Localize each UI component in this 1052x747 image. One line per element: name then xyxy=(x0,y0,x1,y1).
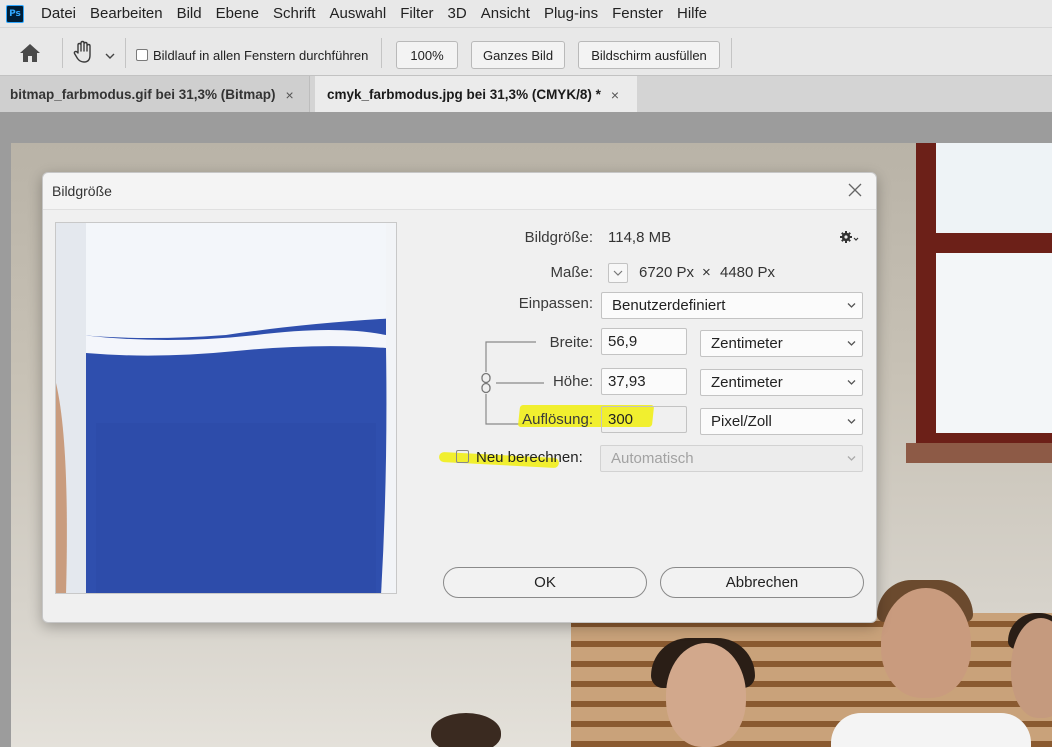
person-shirt xyxy=(831,713,1031,747)
dimensions-height: 4480 Px xyxy=(720,264,776,281)
image-size-label: Bildgröße: xyxy=(524,229,593,246)
resolution-label: Auflösung: xyxy=(522,411,593,428)
resolution-input[interactable]: 300 xyxy=(601,406,687,433)
cancel-button[interactable]: Abbrechen xyxy=(660,567,864,598)
chevron-down-icon xyxy=(847,341,856,346)
fit-screen-button[interactable]: Ganzes Bild xyxy=(471,41,565,69)
height-label: Höhe: xyxy=(552,373,593,390)
divider xyxy=(125,38,126,68)
fill-screen-button[interactable]: Bildschirm ausfüllen xyxy=(578,41,720,69)
gear-icon[interactable] xyxy=(839,229,859,245)
close-icon[interactable]: × xyxy=(286,87,294,103)
menu-bar: Ps Datei Bearbeiten Bild Ebene Schrift A… xyxy=(0,0,1052,27)
image-size-dialog: Bildgröße Bildgröße: 114,8 MB Maße: 6720… xyxy=(42,172,877,623)
window-pane xyxy=(936,143,1052,233)
height-unit-value: Zentimeter xyxy=(711,374,783,391)
width-unit-select[interactable]: Zentimeter xyxy=(700,330,863,357)
dimensions-label: Maße: xyxy=(550,264,593,281)
width-input[interactable]: 56,9 xyxy=(601,328,687,355)
menu-plugins[interactable]: Plug-ins xyxy=(537,0,605,27)
document-tab-bar: bitmap_farbmodus.gif bei 31,3% (Bitmap) … xyxy=(0,75,1052,113)
menu-schrift[interactable]: Schrift xyxy=(266,0,323,27)
chevron-down-icon xyxy=(847,456,856,461)
document-tab-cmyk[interactable]: cmyk_farbmodus.jpg bei 31,3% (CMYK/8) * … xyxy=(315,76,637,113)
menu-bearbeiten[interactable]: Bearbeiten xyxy=(83,0,170,27)
menu-bild[interactable]: Bild xyxy=(170,0,209,27)
hand-tool-icon[interactable] xyxy=(72,40,94,64)
person-head xyxy=(666,643,746,747)
zoom-100-button[interactable]: 100% xyxy=(396,41,458,69)
height-unit-select[interactable]: Zentimeter xyxy=(700,369,863,396)
resolution-unit-value: Pixel/Zoll xyxy=(711,413,772,430)
menu-ansicht[interactable]: Ansicht xyxy=(474,0,537,27)
menu-auswahl[interactable]: Auswahl xyxy=(323,0,394,27)
chevron-down-icon xyxy=(847,419,856,424)
menu-fenster[interactable]: Fenster xyxy=(605,0,670,27)
home-icon[interactable] xyxy=(18,42,42,64)
chevron-down-icon xyxy=(847,380,856,385)
scroll-all-windows-checkbox[interactable] xyxy=(136,49,148,61)
fit-label: Einpassen: xyxy=(518,295,593,312)
dimensions-width: 6720 Px xyxy=(639,264,695,281)
dimensions-unit-dropdown[interactable] xyxy=(608,263,628,283)
dimensions-times: × xyxy=(702,264,711,281)
chevron-down-icon[interactable] xyxy=(104,48,116,59)
menu-hilfe[interactable]: Hilfe xyxy=(670,0,714,27)
chevron-down-icon xyxy=(847,303,856,308)
tab-label: cmyk_farbmodus.jpg bei 31,3% (CMYK/8) * xyxy=(327,87,601,102)
document-tab-bitmap[interactable]: bitmap_farbmodus.gif bei 31,3% (Bitmap) … xyxy=(0,76,310,113)
divider xyxy=(381,38,382,68)
menu-filter[interactable]: Filter xyxy=(393,0,440,27)
menu-datei[interactable]: Datei xyxy=(34,0,83,27)
close-icon[interactable] xyxy=(846,181,864,199)
resample-method-select[interactable]: Automatisch xyxy=(600,445,863,472)
height-input[interactable]: 37,93 xyxy=(601,368,687,395)
width-label: Breite: xyxy=(549,334,593,351)
resample-label: Neu berechnen: xyxy=(476,449,583,466)
image-size-value: 114,8 MB xyxy=(608,229,672,246)
fit-select[interactable]: Benutzerdefiniert xyxy=(601,292,863,319)
resample-method-value: Automatisch xyxy=(611,450,694,467)
dialog-titlebar[interactable]: Bildgröße xyxy=(43,173,876,210)
tab-label: bitmap_farbmodus.gif bei 31,3% (Bitmap) xyxy=(10,87,276,102)
close-icon[interactable]: × xyxy=(611,87,619,103)
person-head xyxy=(431,713,501,747)
options-bar: Bildlauf in allen Fenstern durchführen 1… xyxy=(0,27,1052,75)
ok-button[interactable]: OK xyxy=(443,567,647,598)
window-sill xyxy=(906,443,1052,463)
divider xyxy=(62,38,63,68)
photoshop-logo: Ps xyxy=(6,4,24,23)
width-unit-value: Zentimeter xyxy=(711,335,783,352)
dialog-title: Bildgröße xyxy=(52,183,112,199)
resample-checkbox[interactable] xyxy=(456,450,469,463)
resolution-unit-select[interactable]: Pixel/Zoll xyxy=(700,408,863,435)
window-pane xyxy=(936,253,1052,433)
menu-3d[interactable]: 3D xyxy=(441,0,474,27)
image-preview[interactable] xyxy=(55,222,397,594)
menu-ebene[interactable]: Ebene xyxy=(209,0,266,27)
divider xyxy=(731,38,732,68)
fit-select-value: Benutzerdefiniert xyxy=(612,297,726,314)
scroll-all-windows-label: Bildlauf in allen Fenstern durchführen xyxy=(153,48,369,63)
person-head xyxy=(881,588,971,698)
